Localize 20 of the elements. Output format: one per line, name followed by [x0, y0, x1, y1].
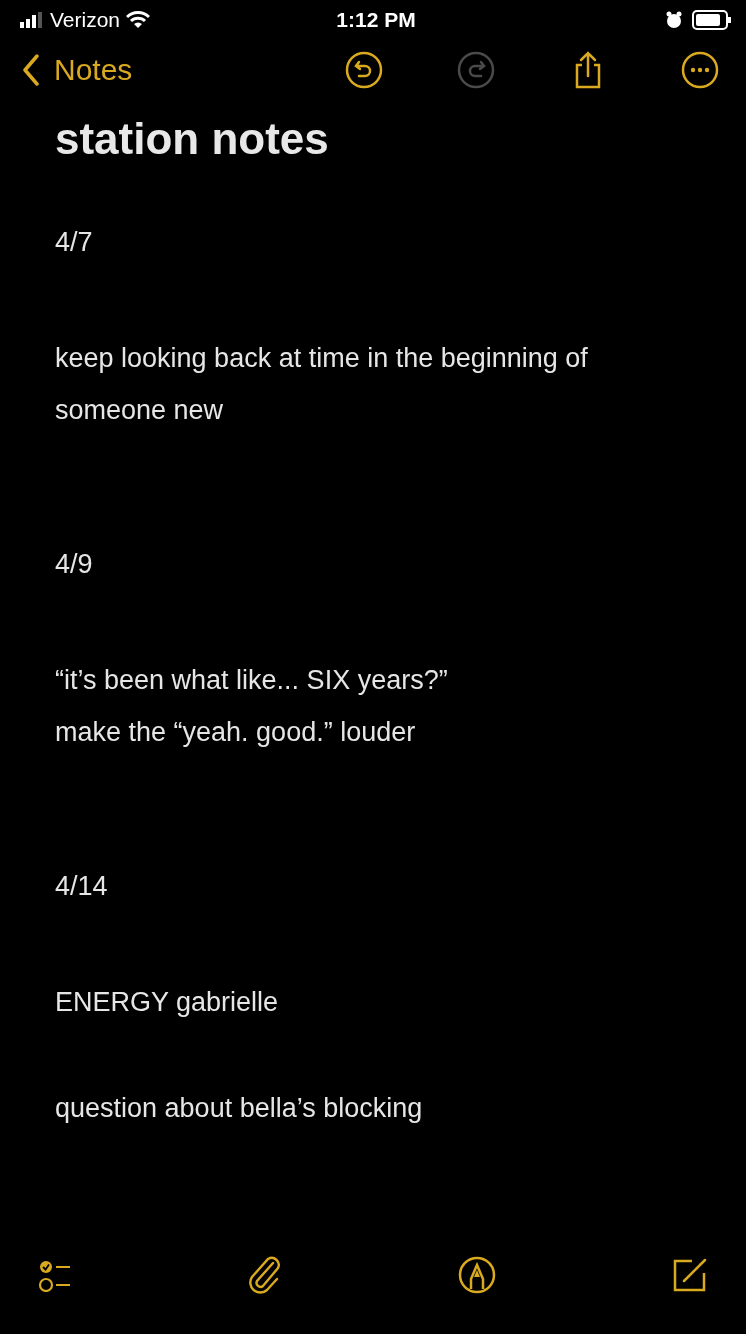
note-text: ENERGY gabrielle [55, 985, 280, 1019]
signal-icon [20, 12, 44, 29]
status-time: 1:12 PM [336, 8, 416, 33]
note-text: keep looking back at time in the beginning of someone new [55, 341, 589, 427]
battery-icon [692, 10, 732, 31]
pen-tip-circle-icon[interactable] [457, 1254, 498, 1295]
wifi-icon [126, 11, 151, 30]
date-heading: 4/7 [55, 225, 94, 259]
back-button[interactable]: Notes [22, 53, 133, 88]
carrier-name: Verizon [50, 8, 121, 33]
date-heading: 4/14 [55, 869, 109, 903]
note-title: station notes [55, 113, 330, 164]
date-heading: 4/9 [55, 547, 94, 581]
undo-icon[interactable] [344, 50, 384, 91]
chevron-left-icon [22, 54, 40, 87]
note-text: make the “yeah. good.” louder [55, 715, 417, 749]
alarm-icon [666, 11, 682, 30]
note-text: “it’s been what like... SIX years?” [55, 663, 449, 697]
more-icon[interactable] [680, 50, 720, 91]
note-text: question about bella’s blocking [55, 1091, 424, 1125]
